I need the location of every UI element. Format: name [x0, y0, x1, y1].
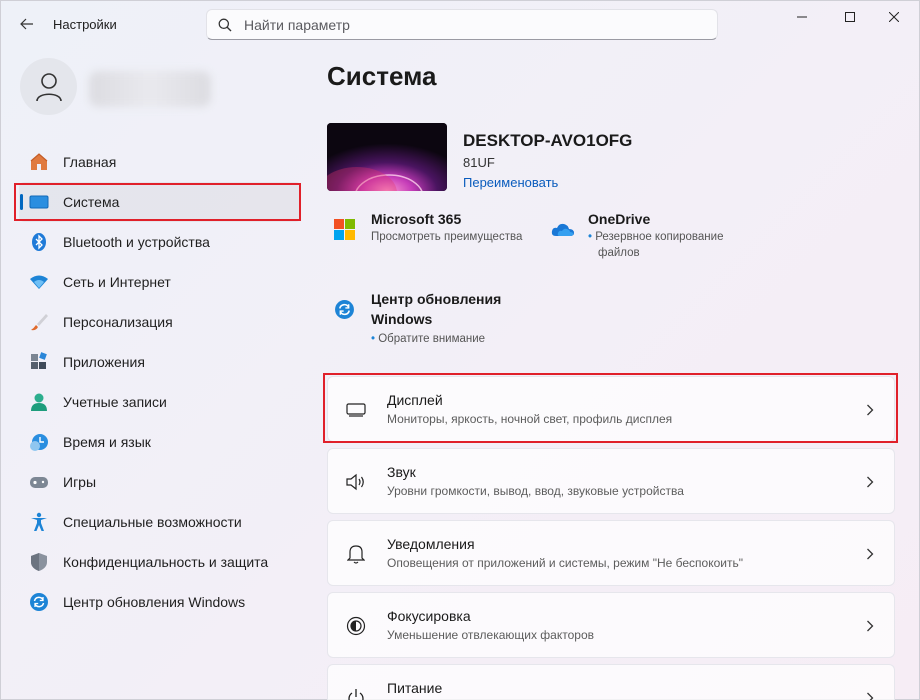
sidebar-item-label: Bluetooth и устройства	[63, 234, 210, 250]
sidebar-item-personalization[interactable]: Персонализация	[19, 302, 301, 342]
sidebar-item-privacy[interactable]: Конфиденциальность и защита	[19, 542, 301, 582]
sidebar-item-label: Конфиденциальность и защита	[63, 554, 269, 570]
card-subtitle: Уровни громкости, вывод, ввод, звуковые …	[387, 484, 684, 498]
card-notifications[interactable]: Уведомления Оповещения от приложений и с…	[327, 520, 895, 586]
onedrive-cloud-icon	[551, 223, 574, 236]
close-button[interactable]	[871, 1, 917, 33]
sidebar-item-label: Игры	[63, 474, 97, 490]
card-title: Фокусировка	[387, 608, 471, 624]
sidebar-item-label: Учетные записи	[63, 394, 167, 410]
page-title: Система	[327, 61, 437, 91]
search-icon	[218, 18, 232, 31]
bluetooth-icon	[29, 232, 49, 252]
sidebar-item-label: Персонализация	[63, 314, 173, 330]
person-icon	[35, 72, 62, 101]
card-title: Питание	[387, 680, 443, 696]
minimize-icon	[797, 16, 807, 18]
sidebar-item-home[interactable]: Главная	[19, 142, 301, 182]
close-icon	[889, 12, 899, 22]
username-blurred	[89, 71, 211, 107]
sidebar-item-label: Сеть и Интернет	[63, 274, 171, 290]
sidebar-item-accessibility[interactable]: Специальные возможности	[19, 502, 301, 542]
sidebar-item-label: Центр обновления Windows	[63, 594, 246, 610]
microsoft-logo-icon	[334, 219, 355, 240]
maximize-icon	[845, 12, 855, 22]
clock-globe-icon	[29, 432, 49, 452]
tile-subtitle-line1: Резервное копирование	[595, 231, 724, 243]
chevron-right-icon	[864, 475, 876, 489]
title-bar: Настройки Найти параметр	[1, 1, 919, 47]
sidebar-item-accounts[interactable]: Учетные записи	[19, 382, 301, 422]
sidebar-item-bluetooth[interactable]: Bluetooth и устройства	[19, 222, 301, 262]
shield-icon	[29, 552, 49, 572]
settings-window: Настройки Найти параметр Главная Система…	[0, 0, 920, 700]
sidebar-item-time-language[interactable]: Время и язык	[19, 422, 301, 462]
sidebar-item-label: Время и язык	[63, 434, 151, 450]
highlight-box-display	[323, 373, 898, 443]
card-title: Звук	[387, 464, 416, 480]
card-power[interactable]: Питание	[327, 664, 895, 700]
tile-title: Microsoft 365	[371, 211, 462, 227]
sidebar-item-apps[interactable]: Приложения	[19, 342, 301, 382]
speaker-icon	[344, 471, 368, 493]
sidebar-item-windows-update[interactable]: Центр обновления Windows	[19, 582, 301, 622]
maximize-button[interactable]	[827, 1, 873, 33]
power-icon	[344, 687, 368, 700]
tile-title: OneDrive	[588, 211, 651, 227]
card-subtitle: Оповещения от приложений и системы, режи…	[387, 556, 743, 570]
tile-subtitle: Просмотреть преимущества	[371, 231, 523, 243]
home-icon	[29, 152, 49, 172]
avatar[interactable]	[20, 58, 77, 115]
tile-title-line1: Центр обновления	[371, 291, 502, 307]
device-name: DESKTOP-AVO1OFG	[463, 131, 633, 150]
chevron-right-icon	[864, 619, 876, 633]
wifi-icon	[29, 272, 49, 292]
device-model: 81UF	[463, 155, 495, 170]
apps-icon	[29, 352, 49, 372]
tile-subtitle-text: Обратите внимание	[378, 333, 486, 345]
sidebar-item-label: Специальные возможности	[63, 514, 242, 530]
search-placeholder: Найти параметр	[244, 16, 350, 33]
bell-icon	[344, 543, 368, 565]
sidebar-item-network[interactable]: Сеть и Интернет	[19, 262, 301, 302]
tile-title-line2: Windows	[371, 311, 433, 327]
tile-subtitle-line2: файлов	[598, 247, 640, 259]
tile-subtitle: • Резервное копирование	[588, 229, 788, 245]
card-focus[interactable]: Фокусировка Уменьшение отвлекающих факто…	[327, 592, 895, 658]
minimize-button[interactable]	[779, 1, 825, 33]
sidebar-item-gaming[interactable]: Игры	[19, 462, 301, 502]
card-subtitle: Уменьшение отвлекающих факторов	[387, 628, 594, 642]
highlight-box-system	[14, 183, 301, 221]
app-title: Настройки	[53, 17, 117, 32]
arrow-left-icon	[20, 18, 33, 30]
gamepad-icon	[29, 472, 49, 492]
back-button[interactable]	[15, 13, 39, 35]
search-input[interactable]: Найти параметр	[206, 9, 718, 40]
card-sound[interactable]: Звук Уровни громкости, вывод, ввод, звук…	[327, 448, 895, 514]
sidebar-item-label: Приложения	[63, 354, 145, 370]
chevron-right-icon	[864, 691, 876, 700]
brush-icon	[29, 312, 49, 332]
desktop-wallpaper-thumbnail[interactable]	[327, 123, 447, 191]
update-icon	[335, 300, 354, 319]
tile-subtitle: • Обратите внимание	[371, 331, 571, 347]
chevron-right-icon	[864, 547, 876, 561]
accessibility-icon	[29, 512, 49, 532]
account-icon	[29, 392, 49, 412]
focus-icon	[344, 615, 368, 637]
update-icon	[29, 592, 49, 612]
card-title: Уведомления	[387, 536, 475, 552]
sidebar-item-label: Главная	[63, 154, 117, 170]
rename-link[interactable]: Переименовать	[463, 175, 558, 190]
